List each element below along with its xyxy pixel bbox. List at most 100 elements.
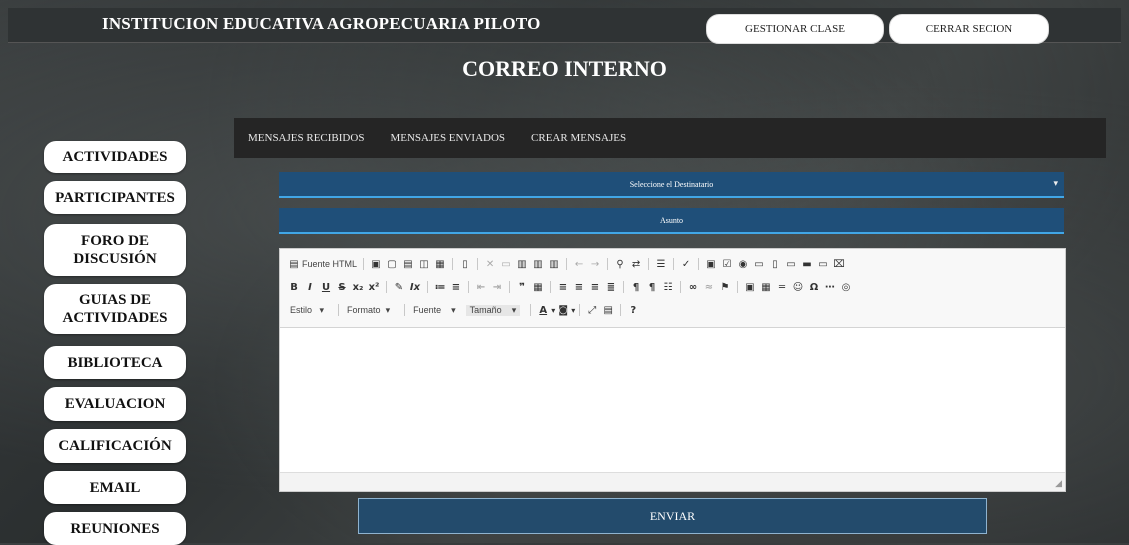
iframe-icon[interactable]: ◎ xyxy=(840,282,852,293)
blockquote-icon[interactable]: ❞ xyxy=(516,282,528,293)
toolbar-separator xyxy=(698,258,700,270)
manage-class-button[interactable]: GESTIONAR CLASE xyxy=(706,14,884,44)
message-body-input[interactable] xyxy=(280,328,1065,471)
toolbar-separator xyxy=(468,281,469,293)
templates-icon[interactable]: ▤ xyxy=(402,259,414,270)
subject-input[interactable]: Asunto xyxy=(279,208,1064,234)
save-icon[interactable]: ▣ xyxy=(370,259,382,270)
redo-icon[interactable]: → xyxy=(589,259,601,270)
cut-icon[interactable]: ✕ xyxy=(484,259,496,270)
italic-icon[interactable]: I xyxy=(304,282,316,293)
div-icon[interactable]: ▦ xyxy=(532,282,544,293)
indent-icon[interactable]: ⇥ xyxy=(491,282,503,293)
sidebar-item-evaluacion[interactable]: EVALUACION xyxy=(44,387,186,421)
mail-tabs-bar: MENSAJES RECIBIDOS MENSAJES ENVIADOS CRE… xyxy=(234,118,1106,158)
hidden-field-icon[interactable]: ⌧ xyxy=(833,259,845,270)
send-button[interactable]: ENVIAR xyxy=(358,498,987,534)
outdent-icon[interactable]: ⇤ xyxy=(475,282,487,293)
tab-sent[interactable]: MENSAJES ENVIADOS xyxy=(390,132,505,144)
paste-word-icon[interactable]: ▥ xyxy=(548,259,560,270)
align-left-icon[interactable]: ≡ xyxy=(557,282,569,293)
text-color-icon[interactable]: A xyxy=(537,305,549,316)
align-justify-icon[interactable]: ≣ xyxy=(605,282,617,293)
select-field-icon[interactable]: ▭ xyxy=(785,259,797,270)
tab-create[interactable]: CREAR MENSAJES xyxy=(531,132,626,144)
print-icon[interactable]: ▦ xyxy=(434,259,446,270)
preview-icon[interactable]: ◫ xyxy=(418,259,430,270)
toolbar-separator xyxy=(550,281,551,293)
copy-icon[interactable]: ▭ xyxy=(500,259,512,270)
sidebar-item-calificacion[interactable]: CALIFICACIÓN xyxy=(44,429,186,463)
align-right-icon[interactable]: ≡ xyxy=(589,282,601,293)
toolbar-separator xyxy=(338,304,340,316)
align-center-icon[interactable]: ≡ xyxy=(573,282,585,293)
special-char-icon[interactable]: Ω xyxy=(808,282,820,293)
horizontal-rule-icon[interactable]: ═ xyxy=(776,282,788,293)
style-combo[interactable]: Estilo ▾ xyxy=(286,305,328,316)
sidebar-item-email[interactable]: EMAIL xyxy=(44,471,186,504)
ltr-icon[interactable]: ¶ xyxy=(630,282,642,293)
source-button[interactable]: Fuente HTML xyxy=(302,259,357,269)
resize-handle-icon[interactable]: ◢ xyxy=(1055,478,1062,489)
smiley-icon[interactable]: ☺ xyxy=(792,282,804,293)
form-icon[interactable]: ▣ xyxy=(705,259,717,270)
page-break-icon[interactable]: ⋯ xyxy=(824,282,836,293)
unlink-icon[interactable]: ≈ xyxy=(703,282,715,293)
language-icon[interactable]: ☷ xyxy=(662,282,674,293)
paste-text-icon[interactable]: ▥ xyxy=(532,259,544,270)
sidebar-item-actividades[interactable]: ACTIVIDADES xyxy=(44,141,186,173)
link-icon[interactable]: ∞ xyxy=(687,282,699,293)
remove-format-icon[interactable]: Ix xyxy=(409,282,421,293)
toolbar-separator xyxy=(579,304,581,316)
help-icon[interactable]: ? xyxy=(627,305,639,316)
toolbar-separator xyxy=(607,258,609,270)
sidebar-item-participantes[interactable]: PARTICIPANTES xyxy=(44,181,186,214)
font-combo-label: Fuente xyxy=(413,304,442,315)
superscript-icon[interactable]: x² xyxy=(368,282,380,293)
textfield-icon[interactable]: ▭ xyxy=(753,259,765,270)
source-icon[interactable]: ▤ xyxy=(288,259,300,270)
replace-icon[interactable]: ⇄ xyxy=(630,259,642,270)
select-all-icon[interactable]: ☰ xyxy=(655,259,667,270)
bold-icon[interactable]: B xyxy=(288,282,300,293)
undo-icon[interactable]: ← xyxy=(573,259,585,270)
document-icon[interactable]: ▯ xyxy=(459,259,471,270)
bg-color-icon[interactable]: ◙ xyxy=(557,305,569,316)
format-combo[interactable]: Formato ▾ xyxy=(343,305,394,316)
spellcheck-icon[interactable]: ✓ xyxy=(680,259,692,270)
underline-icon[interactable]: U xyxy=(320,282,332,293)
new-page-icon[interactable]: ▢ xyxy=(386,259,398,270)
paste-icon[interactable]: ▥ xyxy=(516,259,528,270)
find-icon[interactable]: ⚲ xyxy=(614,259,626,270)
toolbar-separator xyxy=(427,281,428,293)
subject-placeholder: Asunto xyxy=(659,215,684,225)
image-button-icon[interactable]: ▭ xyxy=(817,259,829,270)
numbered-list-icon[interactable]: ≔ xyxy=(434,282,446,293)
maximize-icon[interactable]: ⤢ xyxy=(586,305,598,316)
strike-icon[interactable]: S xyxy=(336,282,348,293)
anchor-icon[interactable]: ⚑ xyxy=(719,282,731,293)
table-icon[interactable]: ▦ xyxy=(760,282,772,293)
sidebar-item-biblioteca[interactable]: BIBLIOTECA xyxy=(44,346,186,379)
textarea-icon[interactable]: ▯ xyxy=(769,259,781,270)
button-field-icon[interactable]: ▬ xyxy=(801,259,813,270)
font-combo[interactable]: Fuente ▾ xyxy=(409,305,460,316)
toolbar-separator xyxy=(623,281,624,293)
sidebar-item-reuniones[interactable]: REUNIONES xyxy=(44,512,186,545)
logout-button[interactable]: CERRAR SECION xyxy=(889,14,1049,44)
image-icon[interactable]: ▣ xyxy=(744,282,756,293)
size-combo[interactable]: Tamaño ▾ xyxy=(465,304,521,316)
radio-icon[interactable]: ◉ xyxy=(737,259,749,270)
recipient-select[interactable]: Seleccione el Destinatario ▾ xyxy=(279,172,1064,198)
rtl-icon[interactable]: ¶ xyxy=(646,282,658,293)
toolbar-row-1: ▤ Fuente HTML ▣ ▢ ▤ ◫ ▦ ▯ ✕ ▭ ▥ ▥ ▥ ← → … xyxy=(286,255,847,273)
subscript-icon[interactable]: x₂ xyxy=(352,282,364,293)
bullet-list-icon[interactable]: ≡ xyxy=(450,282,462,293)
checkbox-icon[interactable]: ☑ xyxy=(721,259,733,270)
toolbar-separator xyxy=(680,281,681,293)
sidebar-item-guias[interactable]: GUIAS DE ACTIVIDADES xyxy=(44,284,186,334)
show-blocks-icon[interactable]: ▤ xyxy=(602,305,614,316)
tab-received[interactable]: MENSAJES RECIBIDOS xyxy=(248,132,364,144)
sidebar-item-foro[interactable]: FORO DE DISCUSIÓN xyxy=(44,224,186,276)
copy-format-icon[interactable]: ✎ xyxy=(393,282,405,293)
